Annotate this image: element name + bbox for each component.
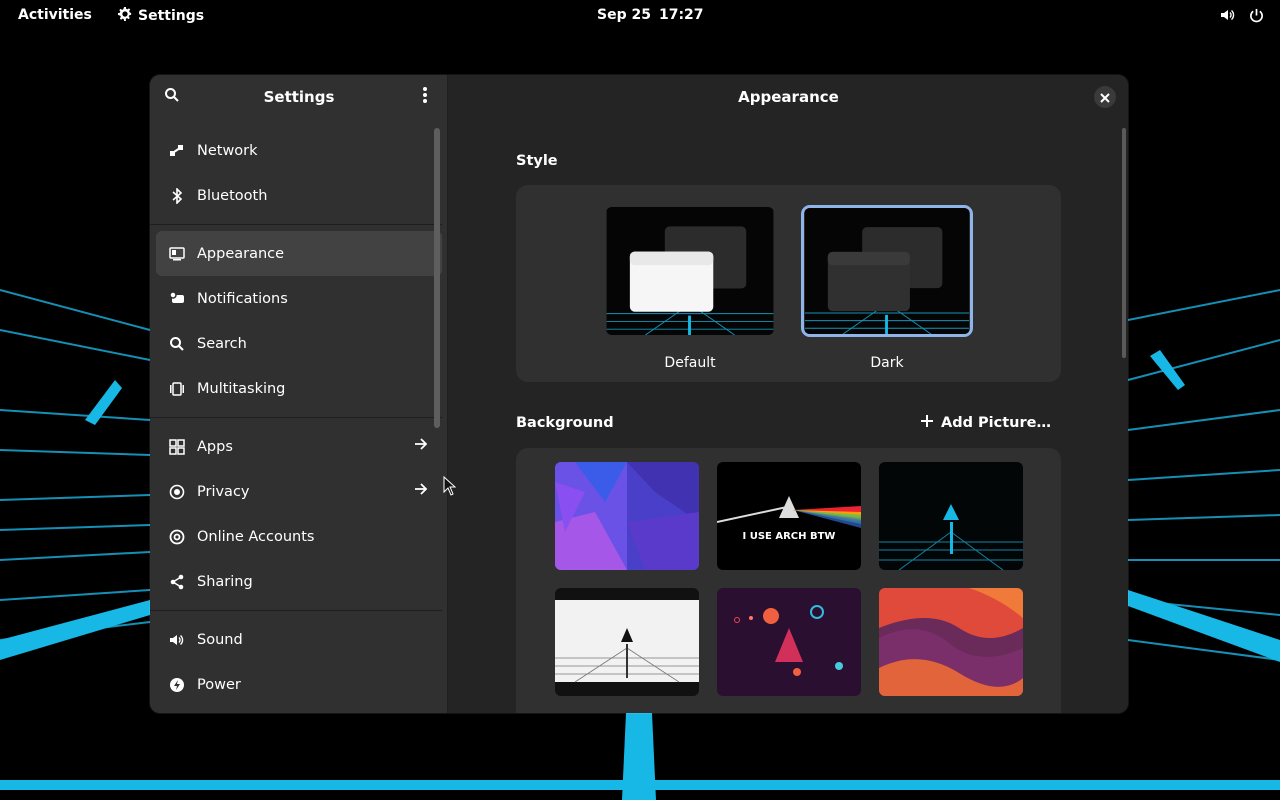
clock-time: 17:27 (658, 7, 704, 23)
bluetooth-icon (168, 187, 186, 205)
app-name: Settings (138, 8, 205, 24)
style-label-default: Default (664, 355, 716, 371)
multitasking-icon (168, 380, 186, 398)
content-header: Appearance (449, 75, 1128, 120)
sidebar-item-label: Search (197, 335, 247, 352)
sidebar-item-power[interactable]: Power (156, 662, 442, 707)
search-icon (168, 335, 186, 353)
plus-icon (920, 414, 934, 432)
style-preview-dark (801, 205, 973, 337)
apps-icon (168, 438, 186, 456)
gear-icon (118, 7, 132, 25)
appearance-icon (168, 245, 186, 263)
power-icon (168, 676, 186, 694)
style-option-default[interactable]: Default (602, 205, 778, 371)
power-icon (1249, 8, 1264, 27)
style-section-title: Style (516, 153, 558, 169)
arrow-right-icon (414, 482, 428, 500)
sidebar-item-label: Bluetooth (197, 187, 268, 204)
notifications-icon (168, 290, 186, 308)
sidebar-item-bluetooth[interactable]: Bluetooth (156, 173, 442, 218)
add-picture-button[interactable]: Add Picture… (920, 414, 1051, 432)
privacy-icon (168, 483, 186, 501)
background-thumb-arch-neon[interactable] (879, 462, 1023, 570)
online-accounts-icon (168, 528, 186, 546)
style-card: Default Dark (516, 185, 1061, 382)
activities-button[interactable]: Activities (18, 7, 92, 23)
background-thumb-arch-white[interactable] (555, 588, 699, 696)
sidebar-item-label: Sharing (197, 573, 253, 590)
background-thumb-purple-polygon[interactable] (555, 462, 699, 570)
background-thumb-arch-prism[interactable]: I USE ARCH BTW (717, 462, 861, 570)
sidebar-divider (150, 417, 442, 418)
sidebar-item-sound[interactable]: Sound (156, 617, 442, 662)
sidebar-title: Settings (263, 88, 335, 106)
close-icon (1100, 88, 1110, 107)
sidebar-item-label: Apps (197, 438, 233, 455)
network-icon (168, 142, 186, 160)
page-title: Appearance (738, 88, 839, 106)
kebab-menu-icon (422, 86, 428, 108)
sidebar-item-label: Power (197, 676, 241, 693)
sidebar-header: Settings (150, 75, 447, 120)
arrow-right-icon (414, 437, 428, 455)
sidebar-item-label: Online Accounts (197, 528, 315, 545)
sidebar-item-label: Sound (197, 631, 243, 648)
background-thumb-arch-space[interactable] (717, 588, 861, 696)
sidebar-item-apps[interactable]: Apps (156, 424, 442, 469)
style-preview-default (604, 205, 776, 337)
volume-icon (1219, 7, 1235, 27)
clock-date: Sep 25 (597, 7, 651, 23)
content-scrollbar[interactable] (1122, 128, 1126, 358)
sidebar-item-sharing[interactable]: Sharing (156, 559, 442, 604)
sidebar-item-multitasking[interactable]: Multitasking (156, 366, 442, 411)
style-label-dark: Dark (870, 355, 904, 371)
add-picture-label: Add Picture… (941, 415, 1051, 431)
main-menu-button[interactable] (411, 83, 439, 111)
system-status-area[interactable] (1219, 7, 1264, 27)
sidebar-item-label: Network (197, 142, 258, 159)
sidebar-item-privacy[interactable]: Privacy (156, 469, 442, 514)
sidebar-divider (150, 224, 442, 225)
app-menu[interactable]: Settings (118, 7, 204, 25)
sidebar-item-online-accounts[interactable]: Online Accounts (156, 514, 442, 559)
sidebar-scrollbar[interactable] (434, 128, 440, 428)
mouse-cursor-icon (443, 475, 457, 500)
settings-window: Settings Network Bluetooth Appearance No… (150, 75, 1128, 713)
sidebar-item-label: Appearance (197, 245, 285, 262)
sidebar-item-network[interactable]: Network (156, 128, 442, 173)
sharing-icon (168, 573, 186, 591)
sidebar-item-label: Privacy (197, 483, 250, 500)
sidebar-nav: Network Bluetooth Appearance Notificatio (150, 128, 442, 707)
close-button[interactable] (1094, 86, 1116, 108)
sidebar-item-notifications[interactable]: Notifications (156, 276, 442, 321)
sound-icon (168, 631, 186, 649)
sidebar-item-label: Notifications (197, 290, 288, 307)
wallpaper-caption: I USE ARCH BTW (743, 531, 836, 542)
background-section-title: Background (516, 415, 614, 431)
sidebar-item-label: Multitasking (197, 380, 286, 397)
style-option-dark[interactable]: Dark (799, 205, 975, 371)
sidebar: Settings Network Bluetooth Appearance No… (150, 75, 448, 713)
clock[interactable]: Sep 25 17:27 (597, 7, 704, 23)
content-pane: Appearance Style Default Dark Background… (449, 75, 1128, 713)
sidebar-item-appearance[interactable]: Appearance (156, 231, 442, 276)
background-thumb-orange-waves[interactable] (879, 588, 1023, 696)
top-bar: Activities Settings Sep 25 17:27 (0, 0, 1280, 32)
sidebar-divider (150, 610, 442, 611)
background-grid: I USE ARCH BTW (516, 448, 1061, 713)
sidebar-item-search[interactable]: Search (156, 321, 442, 366)
